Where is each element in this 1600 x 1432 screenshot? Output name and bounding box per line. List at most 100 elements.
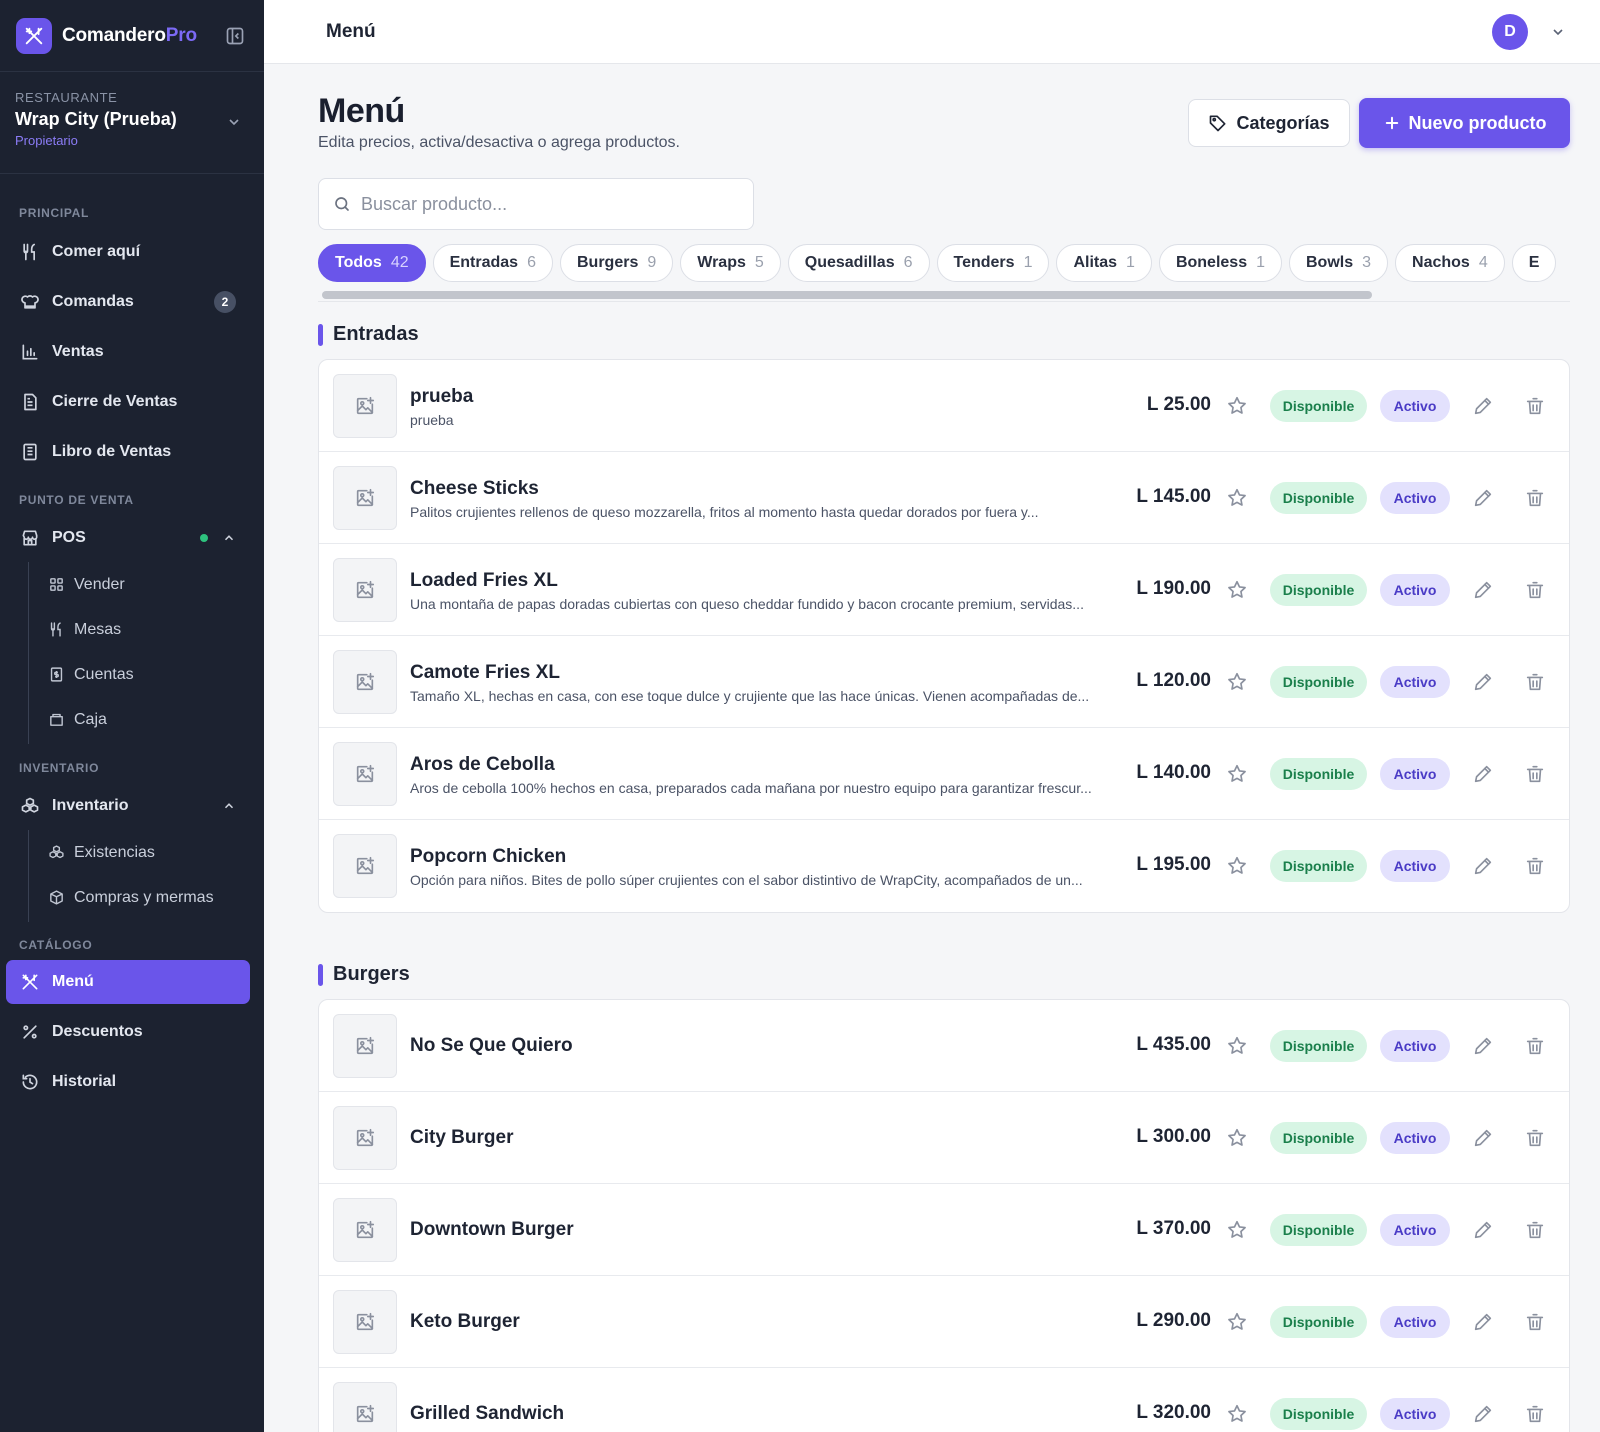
star-icon[interactable] bbox=[1226, 1219, 1248, 1241]
trash-icon[interactable] bbox=[1524, 1219, 1546, 1241]
sidebar-item-compras-mermas[interactable]: Compras y mermas bbox=[29, 875, 214, 920]
available-toggle[interactable]: Disponible bbox=[1270, 482, 1367, 514]
image-placeholder-icon[interactable] bbox=[333, 1106, 397, 1170]
active-toggle[interactable]: Activo bbox=[1380, 1306, 1450, 1338]
sidebar-item-ventas[interactable]: Ventas bbox=[6, 330, 250, 374]
trash-icon[interactable] bbox=[1524, 1127, 1546, 1149]
pencil-icon[interactable] bbox=[1472, 487, 1494, 509]
trash-icon[interactable] bbox=[1524, 855, 1546, 877]
available-toggle[interactable]: Disponible bbox=[1270, 1214, 1367, 1246]
filter-chip[interactable]: Wraps 5 bbox=[680, 244, 781, 282]
sidebar-item-inventario[interactable]: Inventario bbox=[6, 784, 250, 828]
sidebar-item-caja[interactable]: Caja bbox=[29, 697, 134, 742]
trash-icon[interactable] bbox=[1524, 395, 1546, 417]
trash-icon[interactable] bbox=[1524, 1403, 1546, 1425]
active-toggle[interactable]: Activo bbox=[1380, 1398, 1450, 1430]
sidebar-item-vender[interactable]: Vender bbox=[29, 562, 134, 607]
star-icon[interactable] bbox=[1226, 763, 1248, 785]
active-toggle[interactable]: Activo bbox=[1380, 850, 1450, 882]
search-input[interactable] bbox=[361, 193, 721, 215]
product-row[interactable]: Keto Burger L 290.00 Disponible Activo bbox=[319, 1276, 1569, 1368]
pencil-icon[interactable] bbox=[1472, 1035, 1494, 1057]
available-toggle[interactable]: Disponible bbox=[1270, 574, 1367, 606]
active-toggle[interactable]: Activo bbox=[1380, 390, 1450, 422]
collapse-sidebar-icon[interactable] bbox=[222, 23, 248, 49]
filter-chip[interactable]: Bowls 3 bbox=[1289, 244, 1389, 282]
sidebar-item-mesas[interactable]: Mesas bbox=[29, 607, 134, 652]
pencil-icon[interactable] bbox=[1472, 1127, 1494, 1149]
available-toggle[interactable]: Disponible bbox=[1270, 666, 1367, 698]
available-toggle[interactable]: Disponible bbox=[1270, 1030, 1367, 1062]
star-icon[interactable] bbox=[1226, 855, 1248, 877]
star-icon[interactable] bbox=[1226, 487, 1248, 509]
pencil-icon[interactable] bbox=[1472, 1311, 1494, 1333]
available-toggle[interactable]: Disponible bbox=[1270, 1306, 1367, 1338]
sidebar-item-comer-aqui[interactable]: Comer aquí bbox=[6, 230, 250, 274]
image-placeholder-icon[interactable] bbox=[333, 1290, 397, 1354]
pencil-icon[interactable] bbox=[1472, 395, 1494, 417]
image-placeholder-icon[interactable] bbox=[333, 374, 397, 438]
user-avatar[interactable]: D bbox=[1492, 14, 1528, 50]
pencil-icon[interactable] bbox=[1472, 579, 1494, 601]
trash-icon[interactable] bbox=[1524, 671, 1546, 693]
pencil-icon[interactable] bbox=[1472, 1403, 1494, 1425]
available-toggle[interactable]: Disponible bbox=[1270, 390, 1367, 422]
product-row[interactable]: Downtown Burger L 370.00 Disponible Activo bbox=[319, 1184, 1569, 1276]
active-toggle[interactable]: Activo bbox=[1380, 482, 1450, 514]
sidebar-item-libro-ventas[interactable]: Libro de Ventas bbox=[6, 430, 250, 474]
new-product-button[interactable]: Nuevo producto bbox=[1359, 98, 1570, 148]
sidebar-item-comandas[interactable]: Comandas 2 bbox=[6, 280, 250, 324]
trash-icon[interactable] bbox=[1524, 763, 1546, 785]
trash-icon[interactable] bbox=[1524, 1311, 1546, 1333]
sidebar-item-pos[interactable]: POS bbox=[6, 516, 250, 560]
image-placeholder-icon[interactable] bbox=[333, 1014, 397, 1078]
filter-chip[interactable]: Entradas 6 bbox=[432, 244, 553, 282]
chevron-down-icon[interactable] bbox=[1550, 24, 1566, 40]
pencil-icon[interactable] bbox=[1472, 671, 1494, 693]
star-icon[interactable] bbox=[1226, 671, 1248, 693]
sidebar-item-existencias[interactable]: Existencias bbox=[29, 830, 214, 875]
star-icon[interactable] bbox=[1226, 1311, 1248, 1333]
available-toggle[interactable]: Disponible bbox=[1270, 850, 1367, 882]
sidebar-item-menu[interactable]: Menú bbox=[6, 960, 250, 1004]
available-toggle[interactable]: Disponible bbox=[1270, 1398, 1367, 1430]
image-placeholder-icon[interactable] bbox=[333, 558, 397, 622]
image-placeholder-icon[interactable] bbox=[333, 834, 397, 898]
pencil-icon[interactable] bbox=[1472, 763, 1494, 785]
star-icon[interactable] bbox=[1226, 579, 1248, 601]
image-placeholder-icon[interactable] bbox=[333, 466, 397, 530]
star-icon[interactable] bbox=[1226, 395, 1248, 417]
image-placeholder-icon[interactable] bbox=[333, 1198, 397, 1262]
filter-chip[interactable]: Nachos 4 bbox=[1395, 244, 1505, 282]
available-toggle[interactable]: Disponible bbox=[1270, 1122, 1367, 1154]
categories-button[interactable]: Categorías bbox=[1188, 99, 1350, 147]
filter-chip[interactable]: Quesadillas 6 bbox=[787, 244, 930, 282]
product-row[interactable]: prueba prueba L 25.00 Disponible Activo bbox=[319, 360, 1569, 452]
product-row[interactable]: City Burger L 300.00 Disponible Activo bbox=[319, 1092, 1569, 1184]
trash-icon[interactable] bbox=[1524, 1035, 1546, 1057]
filter-chip[interactable]: Burgers 9 bbox=[559, 244, 674, 282]
product-row[interactable]: Aros de Cebolla Aros de cebolla 100% hech… bbox=[319, 728, 1569, 820]
pencil-icon[interactable] bbox=[1472, 1219, 1494, 1241]
active-toggle[interactable]: Activo bbox=[1380, 1214, 1450, 1246]
available-toggle[interactable]: Disponible bbox=[1270, 758, 1367, 790]
product-row[interactable]: No Se Que Quiero L 435.00 Disponible Activo bbox=[319, 1000, 1569, 1092]
trash-icon[interactable] bbox=[1524, 487, 1546, 509]
star-icon[interactable] bbox=[1226, 1403, 1248, 1425]
pencil-icon[interactable] bbox=[1472, 855, 1494, 877]
sidebar-item-historial[interactable]: Historial bbox=[6, 1060, 250, 1104]
active-toggle[interactable]: Activo bbox=[1380, 1030, 1450, 1062]
star-icon[interactable] bbox=[1226, 1035, 1248, 1057]
filter-chip[interactable]: Tenders 1 bbox=[936, 244, 1050, 282]
trash-icon[interactable] bbox=[1524, 579, 1546, 601]
image-placeholder-icon[interactable] bbox=[333, 1382, 397, 1432]
filter-chip[interactable]: Boneless 1 bbox=[1158, 244, 1282, 282]
image-placeholder-icon[interactable] bbox=[333, 650, 397, 714]
active-toggle[interactable]: Activo bbox=[1380, 1122, 1450, 1154]
product-row[interactable]: Grilled Sandwich L 320.00 Disponible Activo bbox=[319, 1368, 1569, 1432]
restaurant-selector[interactable]: RESTAURANTE Wrap City (Prueba) Propietar… bbox=[0, 72, 264, 174]
sidebar-item-cierre-ventas[interactable]: Cierre de Ventas bbox=[6, 380, 250, 424]
filter-chip[interactable]: E bbox=[1511, 244, 1557, 282]
star-icon[interactable] bbox=[1226, 1127, 1248, 1149]
image-placeholder-icon[interactable] bbox=[333, 742, 397, 806]
